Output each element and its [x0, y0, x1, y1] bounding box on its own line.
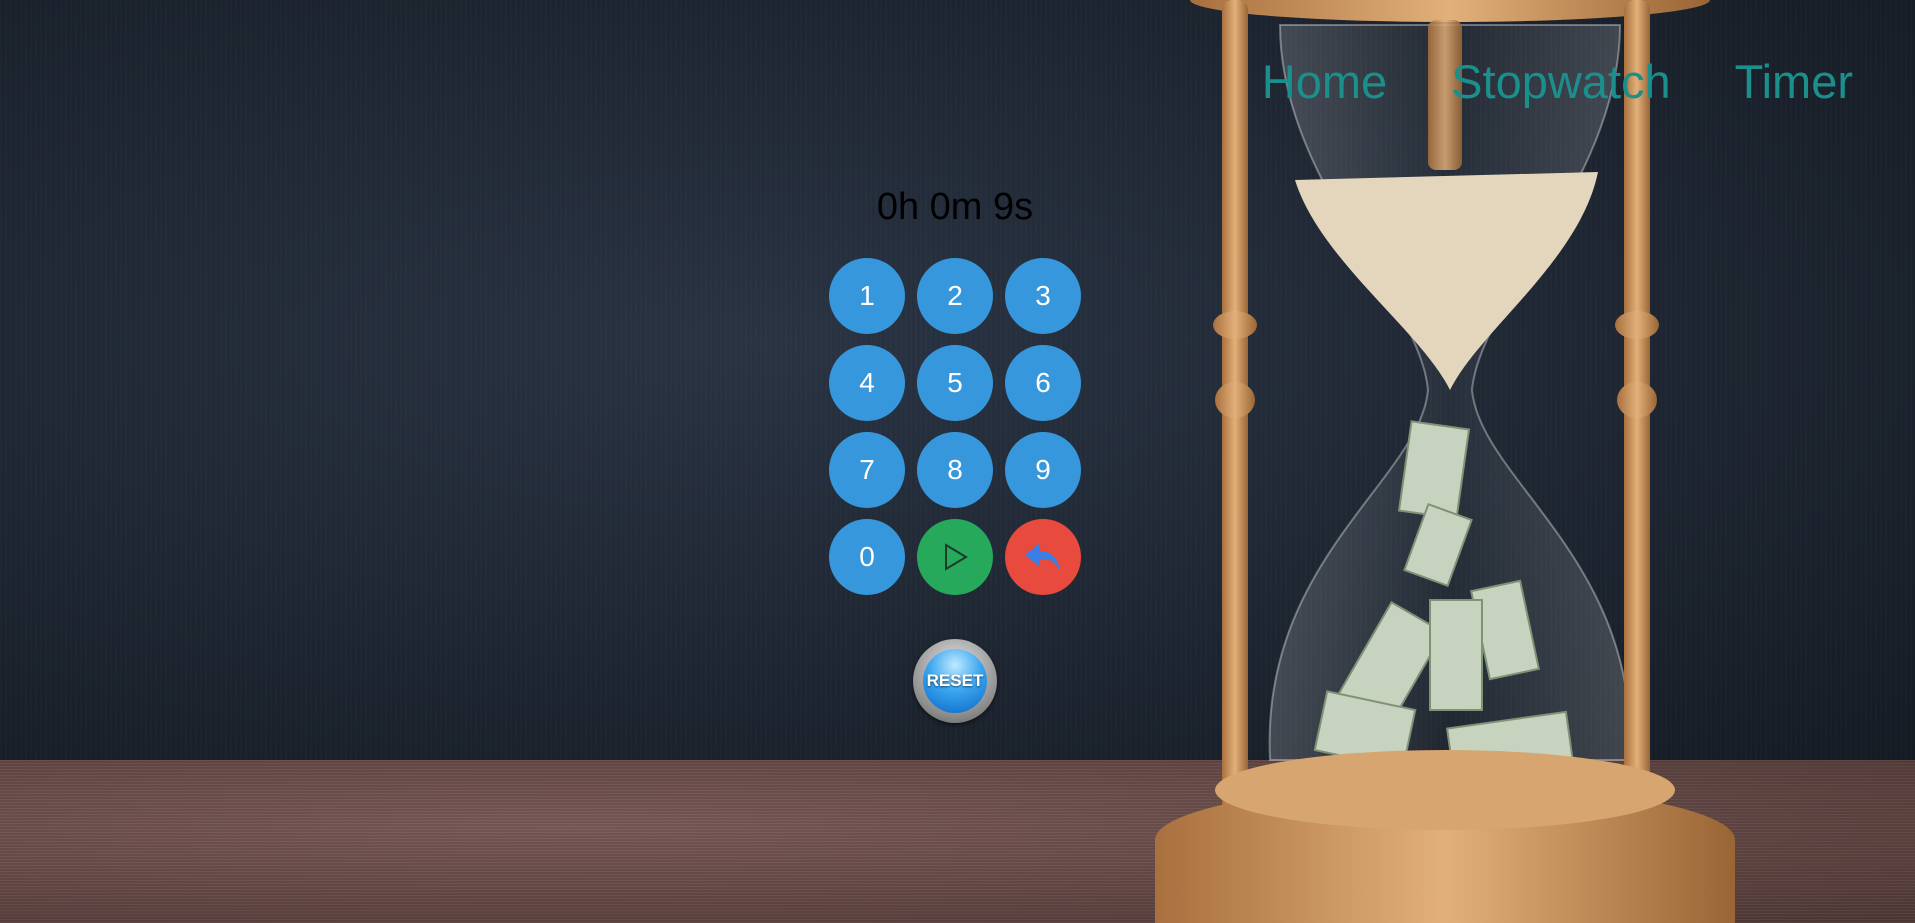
key-3-button[interactable]: 3	[1005, 258, 1081, 334]
backspace-button[interactable]	[1005, 519, 1081, 595]
key-8-button[interactable]: 8	[917, 432, 993, 508]
key-6-button[interactable]: 6	[1005, 345, 1081, 421]
reset-button[interactable]: RESET	[913, 639, 997, 723]
key-0-button[interactable]: 0	[829, 519, 905, 595]
play-icon	[945, 543, 968, 571]
undo-arrow-icon	[1025, 543, 1060, 572]
reset-label: RESET	[923, 649, 987, 713]
start-button[interactable]	[917, 519, 993, 595]
key-9-button[interactable]: 9	[1005, 432, 1081, 508]
nav-timer-link[interactable]: Timer	[1735, 58, 1853, 105]
key-2-button[interactable]: 2	[917, 258, 993, 334]
key-7-button[interactable]: 7	[829, 432, 905, 508]
key-4-button[interactable]: 4	[829, 345, 905, 421]
timer-keypad: 1 2 3 4 5 6 7 8 9 0	[829, 258, 1081, 606]
key-5-button[interactable]: 5	[917, 345, 993, 421]
hourglass-illustration	[1155, 0, 1735, 923]
nav-home-link[interactable]: Home	[1262, 58, 1387, 105]
timer-display: 0h 0m 9s	[876, 186, 1034, 228]
nav-stopwatch-link[interactable]: Stopwatch	[1451, 58, 1670, 105]
key-1-button[interactable]: 1	[829, 258, 905, 334]
main-nav: Home Stopwatch Timer	[1262, 58, 1853, 105]
